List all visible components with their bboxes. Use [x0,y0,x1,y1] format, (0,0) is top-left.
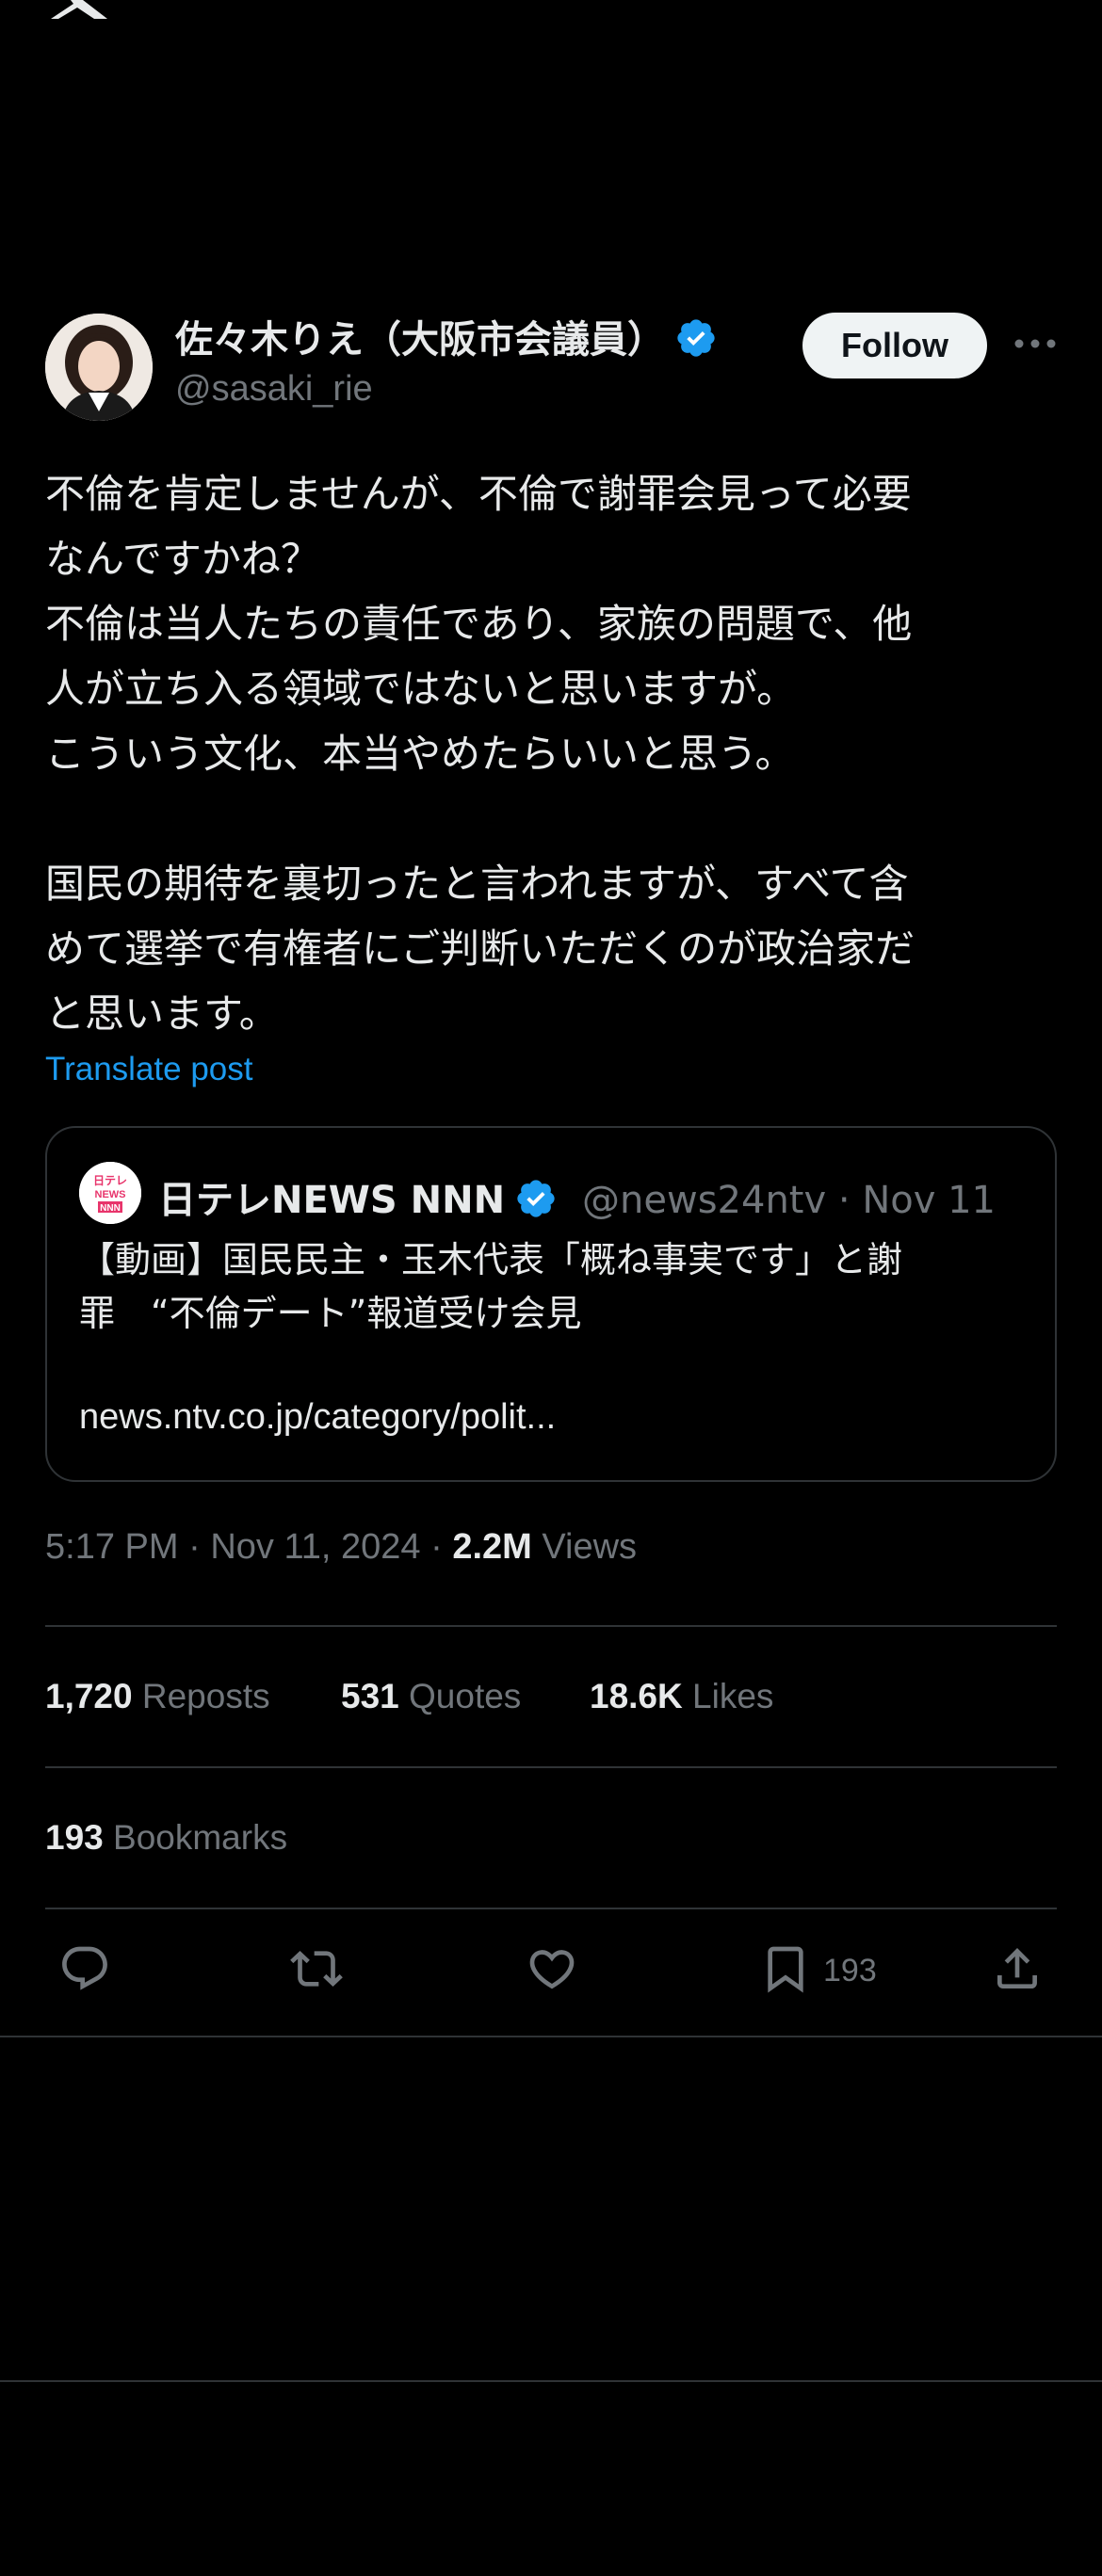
reposts-label: Reposts [141,1677,270,1715]
divider [0,2036,1102,2037]
quoted-author-name: 日テレNEWS NNN [158,1179,506,1222]
share-icon [997,1948,1037,1988]
views-count: 2.2M [452,1527,532,1567]
likes-stat[interactable]: 18.6K Likes [590,1677,773,1716]
reposts-count: 1,720 [45,1677,133,1715]
views-label: Views [542,1527,638,1567]
like-icon [529,1950,575,1989]
reposts-stat[interactable]: 1,720 Reposts [45,1677,270,1716]
author-name[interactable]: 佐々木りえ（大阪市会議員） [175,309,718,363]
bookmarks-count: 193 [45,1818,104,1857]
verified-badge-icon [677,319,715,357]
quoted-date: Nov 11 [862,1179,996,1222]
bookmark-icon [768,1946,803,1993]
divider [45,1625,1057,1627]
repost-button[interactable] [290,1942,343,1995]
follow-button[interactable]: Follow [802,313,987,378]
svg-text:日テレ: 日テレ [93,1174,127,1187]
post-timestamp: 5:17 PM · Nov 11, 2024 · 2.2M Views [45,1527,638,1567]
quoted-post-text: 【動画】国民民主・玉木代表「概ね事実です」と謝 罪 “不倫デート”報道受け会見 [79,1239,903,1334]
quotes-stat[interactable]: 531 Quotes [341,1677,521,1716]
repost-icon [290,1951,343,1987]
post-time: 5:17 PM [45,1527,179,1567]
bookmarks-stat[interactable]: 193 Bookmarks [45,1818,287,1858]
author-handle[interactable]: @sasaki_rie [175,369,373,410]
divider [0,2380,1102,2382]
author-name-text[interactable]: 佐々木りえ（大阪市会議員） [175,318,665,362]
share-button[interactable] [991,1942,1044,1995]
quoted-author: 日テレNEWS NNN @news24ntv · Nov 11 [158,1179,996,1222]
svg-text:NEWS: NEWS [95,1189,126,1200]
quotes-label: Quotes [409,1677,522,1715]
avatar[interactable] [45,314,153,421]
verified-badge-icon [517,1180,555,1217]
more-icon[interactable] [1012,330,1059,358]
reply-button[interactable] [58,1942,111,1995]
likes-count: 18.6K [590,1677,683,1715]
x-logo-icon[interactable] [45,0,111,19]
bookmark-button[interactable] [759,1942,812,1995]
quoted-link[interactable]: news.ntv.co.jp/category/polit... [79,1397,556,1438]
like-button[interactable] [526,1942,578,1995]
divider [45,1908,1057,1909]
svg-text:NNN: NNN [100,1203,121,1214]
post-date: Nov 11, 2024 [210,1527,421,1567]
likes-label: Likes [692,1677,774,1715]
quoted-handle: @news24ntv [582,1179,827,1222]
post-text: 不倫を肯定しませんが、不倫で謝罪会見って必要 なんですかね？ 不倫は当人たちの責… [45,471,916,1037]
bookmarks-label: Bookmarks [113,1818,288,1857]
bookmark-count: 193 [823,1953,877,1988]
quoted-avatar: 日テレ NEWS NNN [79,1162,141,1224]
divider [45,1766,1057,1768]
quotes-count: 531 [341,1677,399,1715]
reply-icon [62,1946,107,1990]
translate-post-link[interactable]: Translate post [45,1051,252,1088]
